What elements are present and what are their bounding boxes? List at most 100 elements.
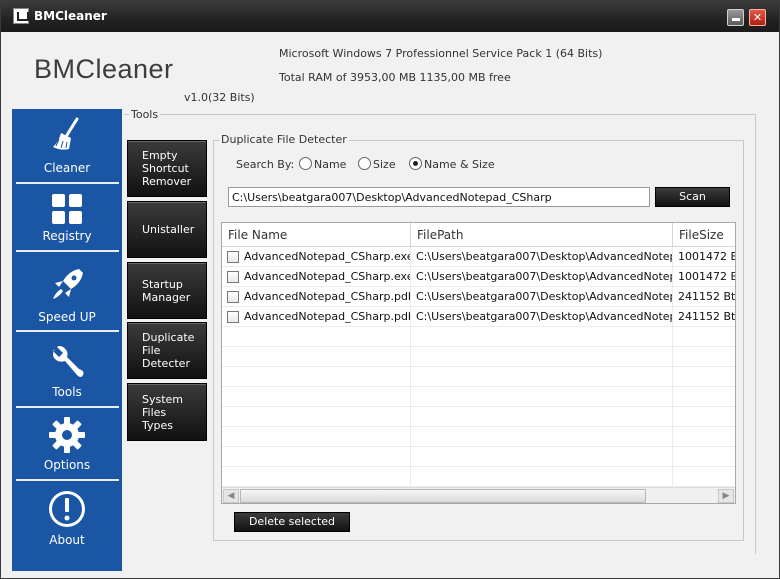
sidebar-item-label: Options	[43, 458, 91, 472]
file-path-cell: C:\Users\beatgara007\Desktop\AdvancedNot…	[416, 247, 673, 267]
empty-cell	[411, 427, 673, 447]
column-file-path[interactable]: FilePath	[411, 223, 673, 247]
window-title: BMCleaner	[34, 9, 107, 23]
sidebar-item-label: Registry	[42, 229, 92, 243]
scrollbar-thumb[interactable]	[240, 489, 646, 503]
table-row[interactable]: AdvancedNotepad_CSharp.pdb C:\Users\beat…	[222, 287, 735, 307]
radio-name-and-size[interactable]: Name & Size	[409, 157, 495, 171]
empty-row	[222, 327, 735, 347]
gear-icon	[49, 417, 85, 453]
tool-button-label: Empty Shortcut Remover	[142, 149, 192, 188]
horizontal-scrollbar[interactable]: ◀ ▶	[222, 487, 735, 503]
radio-circle-icon	[358, 157, 371, 170]
sidebar-item-about[interactable]: About	[12, 482, 122, 562]
sidebar-item-label: Speed UP	[38, 310, 96, 324]
sidebar-item-registry[interactable]: Registry	[12, 185, 122, 249]
column-file-name[interactable]: File Name	[222, 223, 411, 247]
sidebar-item-tools[interactable]: Tools	[12, 333, 122, 405]
version-label: v1.0(32 Bits)	[184, 91, 255, 104]
empty-cell	[222, 407, 411, 427]
wrench-icon	[53, 346, 84, 377]
sidebar-divider	[16, 250, 119, 252]
sidebar-item-label: Tools	[52, 385, 82, 399]
delete-selected-button[interactable]: Delete selected	[234, 512, 350, 532]
tool-button-label: Duplicate File Detecter	[142, 331, 195, 370]
sidebar-item-cleaner[interactable]: Cleaner	[12, 109, 122, 181]
scroll-left-icon[interactable]: ◀	[223, 489, 239, 503]
radio-label: Name & Size	[424, 158, 495, 171]
empty-row	[222, 367, 735, 387]
row-checkbox[interactable]	[227, 271, 239, 283]
os-info: Microsoft Windows 7 Professionnel Servic…	[279, 47, 603, 60]
duplicate-file-detecter-button[interactable]: Duplicate File Detecter	[127, 322, 207, 379]
empty-cell	[411, 407, 673, 427]
startup-manager-button[interactable]: Startup Manager	[127, 262, 207, 319]
title-bar[interactable]: BMCleaner ✕	[1, 1, 779, 32]
empty-row	[222, 347, 735, 367]
ram-info: Total RAM of 3953,00 MB 1135,00 MB free	[279, 71, 511, 84]
empty-cell	[222, 347, 411, 367]
file-name-cell: AdvancedNotepad_CSharp.exe	[244, 247, 411, 267]
table-row[interactable]: AdvancedNotepad_CSharp.exe C:\Users\beat…	[222, 267, 735, 287]
sidebar-item-label: Cleaner	[43, 161, 91, 175]
empty-cell	[411, 447, 673, 467]
tool-button-label: System Files Types	[142, 392, 184, 432]
row-checkbox[interactable]	[227, 311, 239, 323]
sidebar-item-options[interactable]: Options	[12, 409, 122, 477]
sidebar-divider	[16, 406, 119, 408]
empty-row	[222, 467, 735, 487]
uninstaller-button[interactable]: Unistaller	[127, 201, 207, 258]
grid-icon	[52, 194, 82, 224]
scroll-right-icon[interactable]: ▶	[718, 489, 734, 503]
table-header: File Name FilePath FileSize	[222, 223, 735, 247]
empty-cell	[411, 467, 673, 487]
empty-row	[222, 407, 735, 427]
system-files-types-button[interactable]: System Files Types	[127, 383, 207, 441]
sidebar-divider	[16, 479, 119, 481]
minimize-button[interactable]	[727, 9, 744, 26]
empty-cell	[222, 467, 411, 487]
sidebar: Cleaner Registry Speed UP Tools Options …	[12, 109, 122, 571]
empty-row	[222, 387, 735, 407]
empty-cell	[222, 427, 411, 447]
close-button[interactable]: ✕	[749, 9, 766, 26]
empty-cell	[411, 347, 673, 367]
exclamation-icon	[49, 491, 85, 527]
file-name-cell: AdvancedNotepad_CSharp.pdb	[244, 307, 411, 327]
sidebar-item-speedup[interactable]: Speed UP	[12, 253, 122, 329]
file-path-cell: C:\Users\beatgara007\Desktop\AdvancedNot…	[416, 267, 673, 287]
sidebar-divider	[16, 330, 119, 332]
file-size-cell: 1001472 Bts	[678, 250, 735, 263]
file-name-cell: AdvancedNotepad_CSharp.pdb	[244, 287, 411, 307]
tool-button-label: Unistaller	[142, 223, 195, 236]
table-row[interactable]: AdvancedNotepad_CSharp.exe C:\Users\beat…	[222, 247, 735, 267]
sidebar-divider	[16, 182, 119, 184]
radio-selected-icon	[409, 157, 422, 170]
empty-cell	[411, 387, 673, 407]
app-window: BMCleaner ✕ BMCleaner v1.0(32 Bits) Micr…	[0, 0, 780, 579]
broom-icon	[53, 117, 79, 150]
radio-label: Name	[314, 158, 347, 171]
empty-shortcut-remover-button[interactable]: Empty Shortcut Remover	[127, 140, 207, 197]
file-path-cell: C:\Users\beatgara007\Desktop\AdvancedNot…	[416, 287, 673, 307]
empty-cell	[411, 367, 673, 387]
close-icon: ✕	[752, 11, 763, 24]
radio-size[interactable]: Size	[358, 157, 396, 171]
empty-cell	[222, 387, 411, 407]
empty-cell	[222, 367, 411, 387]
minimize-icon	[731, 18, 740, 21]
table-row[interactable]: AdvancedNotepad_CSharp.pdb C:\Users\beat…	[222, 307, 735, 327]
file-name-cell: AdvancedNotepad_CSharp.exe	[244, 267, 411, 287]
row-checkbox[interactable]	[227, 291, 239, 303]
radio-circle-icon	[299, 157, 312, 170]
tool-button-label: Startup Manager	[142, 277, 191, 304]
radio-name[interactable]: Name	[299, 157, 346, 171]
folder-path-input[interactable]	[228, 187, 650, 207]
file-path-cell: C:\Users\beatgara007\Desktop\AdvancedNot…	[416, 307, 673, 327]
scan-button[interactable]: Scan	[655, 187, 730, 207]
search-by-label: Search By:	[236, 158, 295, 171]
file-size-cell: 1001472 Bts	[678, 270, 735, 283]
column-file-size[interactable]: FileSize	[673, 223, 735, 247]
row-checkbox[interactable]	[227, 251, 239, 263]
empty-cell	[222, 327, 411, 347]
